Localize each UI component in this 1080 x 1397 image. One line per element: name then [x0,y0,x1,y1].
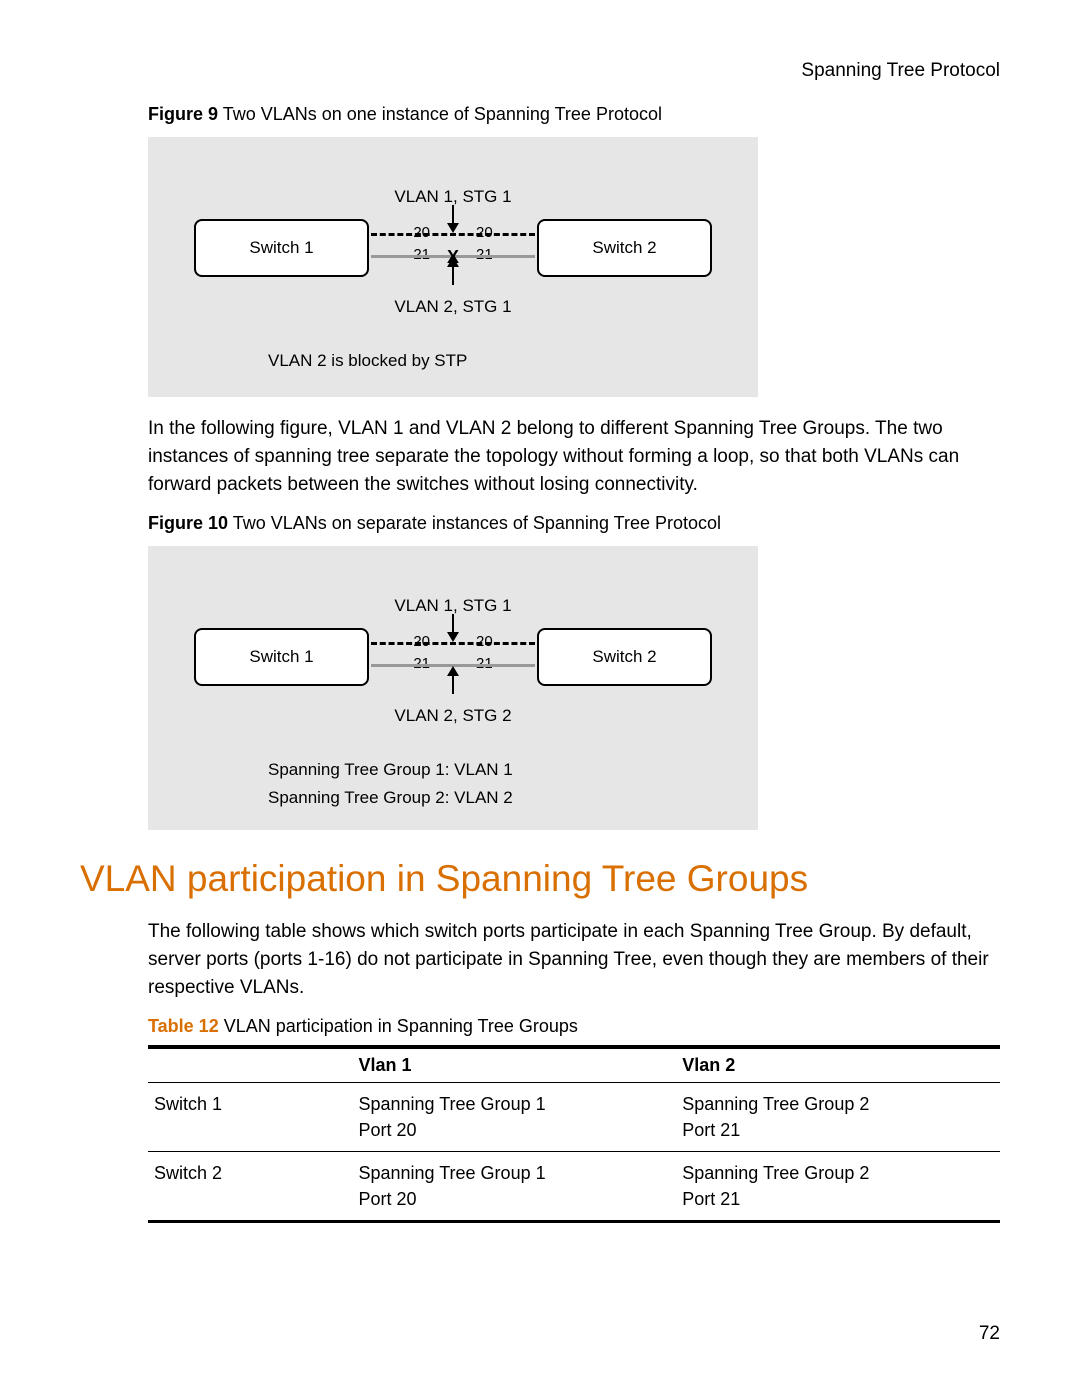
table-cell-vlan2: Spanning Tree Group 2 Port 21 [676,1152,1000,1222]
table-cell-vlan1: Spanning Tree Group 1 Port 20 [352,1152,676,1222]
paragraph-1: In the following figure, VLAN 1 and VLAN… [148,415,1000,499]
figure-9-bottom-label: VLAN 2, STG 1 [394,297,511,317]
figure-10-bottom-label: VLAN 2, STG 2 [394,706,511,726]
figure-10-text: Two VLANs on separate instances of Spann… [233,513,721,533]
arrow-down-icon [445,205,461,233]
section-heading: VLAN participation in Spanning Tree Grou… [80,858,1000,900]
table-cell-vlan2: Spanning Tree Group 2 Port 21 [676,1083,1000,1152]
table-header-vlan1: Vlan 1 [352,1047,676,1083]
figure-9-label: Figure 9 [148,104,218,124]
switch-2-box: Switch 2 [537,628,712,686]
table-row: Switch 2 Spanning Tree Group 1 Port 20 S… [148,1152,1000,1222]
dashed-link-icon [371,642,535,645]
table-cell-vlan1: Spanning Tree Group 1 Port 20 [352,1083,676,1152]
figure-10-diagram: VLAN 1, STG 1 Switch 1 Switch 2 20 21 20… [148,546,758,830]
figure-9-footnote: VLAN 2 is blocked by STP [148,347,758,375]
table-cell-switch: Switch 1 [148,1083,352,1152]
table-header-row: Vlan 1 Vlan 2 [148,1047,1000,1083]
figure-9-diagram: VLAN 1, STG 1 Switch 1 Switch 2 20 21 20… [148,137,758,397]
arrow-down-icon [445,614,461,642]
table-header-empty [148,1047,352,1083]
blocked-x-icon: X [447,247,459,268]
switch-1-box: Switch 1 [194,628,369,686]
figure-10-links [371,636,535,680]
switch-1-box: Switch 1 [194,219,369,277]
page-number: 72 [979,1323,1000,1345]
figure-10-top-label: VLAN 1, STG 1 [394,596,511,616]
table-header-vlan2: Vlan 2 [676,1047,1000,1083]
paragraph-2: The following table shows which switch p… [148,918,1000,1002]
arrow-up-icon [445,666,461,694]
figure-9-caption: Figure 9 Two VLANs on one instance of Sp… [148,104,1000,125]
table-cell-switch: Switch 2 [148,1152,352,1222]
figure-9-text: Two VLANs on one instance of Spanning Tr… [223,104,662,124]
switch-2-box: Switch 2 [537,219,712,277]
page-header-title: Spanning Tree Protocol [80,60,1000,82]
figure-10-footnote-2: Spanning Tree Group 2: VLAN 2 [268,784,758,812]
table-12-caption: Table 12 VLAN participation in Spanning … [148,1016,1000,1037]
figure-10-caption: Figure 10 Two VLANs on separate instance… [148,513,1000,534]
table-12-text: VLAN participation in Spanning Tree Grou… [224,1016,578,1036]
table-12-label: Table 12 [148,1016,219,1036]
table-row: Switch 1 Spanning Tree Group 1 Port 20 S… [148,1083,1000,1152]
dashed-link-icon [371,233,535,236]
vlan-participation-table: Vlan 1 Vlan 2 Switch 1 Spanning Tree Gro… [148,1045,1000,1223]
figure-9-links: X [371,227,535,271]
figure-10-label: Figure 10 [148,513,228,533]
figure-10-footnote-1: Spanning Tree Group 1: VLAN 1 [268,756,758,784]
figure-9-top-label: VLAN 1, STG 1 [394,187,511,207]
